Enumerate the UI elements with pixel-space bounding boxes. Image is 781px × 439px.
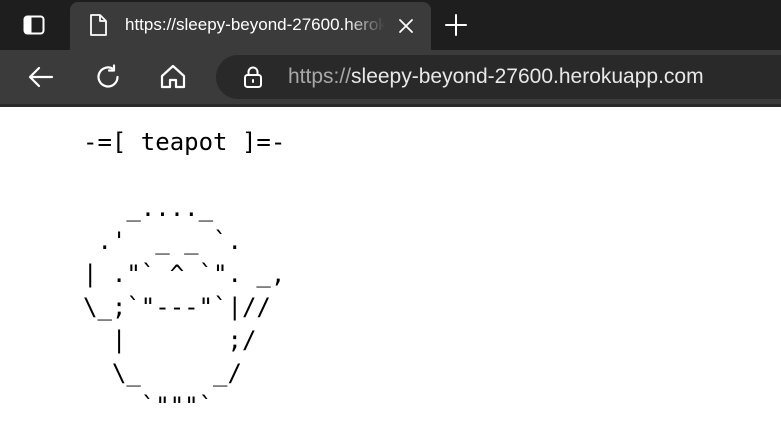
tab-title: https://sleepy-beyond-27600.herokuapp.co… xyxy=(125,15,385,34)
teapot-ascii-art: _...._ .' _ _ `. | ."` ^ `". _, \_;`"---… xyxy=(83,194,286,420)
url-text[interactable]: https://sleepy-beyond-27600.herokuapp.co… xyxy=(288,64,704,90)
browser-tab-active[interactable]: https://sleepy-beyond-27600.herokuapp.co… xyxy=(70,2,431,50)
address-bar[interactable]: https://sleepy-beyond-27600.herokuapp.co… xyxy=(216,55,781,99)
tab-strip: https://sleepy-beyond-27600.herokuapp.co… xyxy=(0,0,781,50)
page-favicon-icon xyxy=(87,13,109,37)
url-host: sleepy-beyond-27600.herokuapp.com xyxy=(351,65,704,88)
page-content: -=[ teapot ]=- _...._ .' _ _ `. | ."` ^ … xyxy=(0,107,781,439)
page-heading: -=[ teapot ]=- xyxy=(83,128,286,156)
lock-icon[interactable] xyxy=(241,65,265,89)
navigation-toolbar: https://sleepy-beyond-27600.herokuapp.co… xyxy=(0,50,781,104)
tab-actions-icon[interactable] xyxy=(22,13,46,37)
refresh-icon[interactable] xyxy=(93,62,123,92)
new-tab-icon[interactable] xyxy=(442,11,470,39)
close-tab-icon[interactable] xyxy=(396,16,416,36)
url-scheme: https:// xyxy=(288,65,352,88)
home-icon[interactable] xyxy=(158,62,188,92)
back-arrow-icon[interactable] xyxy=(26,62,56,92)
